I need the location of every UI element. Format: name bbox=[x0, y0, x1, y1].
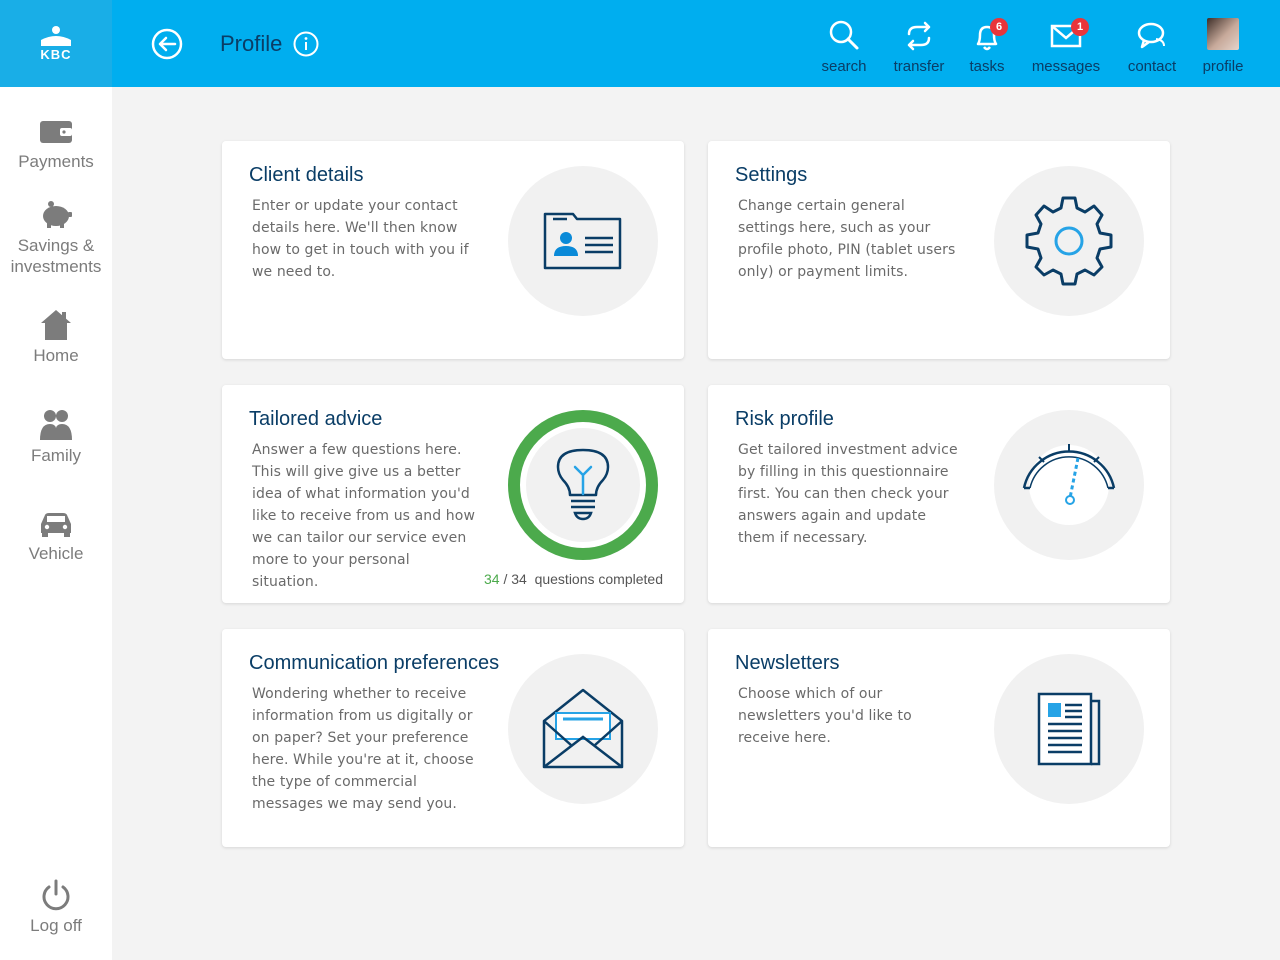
search-icon bbox=[829, 20, 859, 50]
card-description: Wondering whether to receive information… bbox=[252, 686, 474, 812]
car-icon bbox=[41, 513, 71, 537]
sidebar-item-label: Payments bbox=[18, 152, 94, 171]
nav-label: search bbox=[821, 58, 867, 75]
card-settings[interactable]: Settings Change certain general settings… bbox=[708, 141, 1170, 359]
progress-total: 34 bbox=[511, 571, 527, 587]
card-icon-circle bbox=[508, 166, 658, 316]
chat-icon bbox=[1137, 22, 1165, 49]
card-communication-preferences[interactable]: Communication preferences Wondering whet… bbox=[222, 629, 684, 847]
power-icon bbox=[42, 879, 70, 911]
card-icon-circle bbox=[994, 654, 1144, 804]
card-newsletters[interactable]: Newsletters Choose which of our newslett… bbox=[708, 629, 1170, 847]
piggy-bank-icon bbox=[43, 201, 72, 228]
card-icon-circle bbox=[508, 654, 658, 804]
gear-icon bbox=[1025, 196, 1113, 286]
sidebar-item-label: Vehicle bbox=[28, 544, 84, 563]
nav-contact[interactable]: contact bbox=[1117, 0, 1187, 87]
progress-separator: / bbox=[503, 571, 508, 587]
sidebar: Payments Savings & investments Home Fami… bbox=[0, 87, 112, 960]
nav-messages[interactable]: 1 messages bbox=[1015, 0, 1117, 87]
sidebar-item-label: Family bbox=[30, 446, 82, 465]
messages-badge: 1 bbox=[1071, 18, 1089, 36]
logoff-label: Log off bbox=[30, 916, 82, 935]
card-title: Communication preferences bbox=[249, 652, 500, 674]
sidebar-item-family[interactable]: Family bbox=[0, 409, 112, 466]
card-description: Change certain general settings here, su… bbox=[738, 198, 956, 280]
gauge-icon bbox=[1022, 444, 1116, 525]
nav-label: messages bbox=[1031, 58, 1101, 75]
card-title: Settings bbox=[735, 164, 808, 186]
card-icon-circle bbox=[994, 166, 1144, 316]
kbc-logo[interactable]: KBC bbox=[0, 0, 112, 87]
card-title: Risk profile bbox=[735, 408, 834, 430]
info-icon[interactable] bbox=[293, 31, 319, 57]
card-client-details[interactable]: Client details Enter or update your cont… bbox=[222, 141, 684, 359]
nav-search[interactable]: search bbox=[809, 0, 879, 87]
nav-profile[interactable]: profile bbox=[1187, 0, 1259, 87]
lightbulb-icon bbox=[556, 448, 610, 521]
progress-ring bbox=[508, 410, 658, 560]
card-description: Enter or update your contact details her… bbox=[252, 198, 469, 280]
sidebar-item-home[interactable]: Home bbox=[0, 309, 112, 366]
open-envelope-icon bbox=[542, 688, 624, 769]
avatar bbox=[1207, 18, 1239, 50]
house-icon bbox=[41, 310, 71, 340]
logoff-button[interactable]: Log off bbox=[0, 879, 112, 936]
card-tailored-advice[interactable]: Tailored advice Answer a few questions h… bbox=[222, 385, 684, 603]
sidebar-item-savings[interactable]: Savings & investments bbox=[0, 199, 112, 277]
progress-label: questions completed bbox=[534, 571, 663, 587]
kbc-logo-icon bbox=[41, 26, 71, 46]
transfer-icon bbox=[907, 21, 931, 51]
page-title: Profile bbox=[220, 31, 283, 56]
card-title: Client details bbox=[249, 164, 364, 186]
sidebar-item-payments[interactable]: Payments bbox=[0, 115, 112, 172]
card-risk-profile[interactable]: Risk profile Get tailored investment adv… bbox=[708, 385, 1170, 603]
nav-tasks[interactable]: 6 tasks bbox=[959, 0, 1015, 87]
progress-done: 34 bbox=[483, 571, 500, 587]
family-icon bbox=[40, 410, 72, 440]
nav-label: profile bbox=[1202, 58, 1244, 75]
progress-text: 34 / 34 questions completed bbox=[484, 571, 663, 587]
top-nav: search transfer 6 tasks 1 messages conta… bbox=[809, 0, 1280, 87]
tasks-badge: 6 bbox=[990, 18, 1008, 36]
sidebar-item-vehicle[interactable]: Vehicle bbox=[0, 507, 112, 564]
back-arrow-icon[interactable] bbox=[150, 27, 184, 61]
sidebar-item-label: Savings & investments bbox=[10, 236, 102, 276]
newspaper-icon bbox=[1037, 692, 1101, 766]
nav-label: transfer bbox=[893, 58, 945, 75]
nav-label: tasks bbox=[969, 58, 1005, 75]
card-title: Tailored advice bbox=[249, 408, 383, 430]
card-description: Choose which of our newsletters you'd li… bbox=[738, 686, 912, 746]
top-header: Profile search transfer 6 tasks 1 messag… bbox=[112, 0, 1280, 87]
card-title: Newsletters bbox=[735, 652, 840, 674]
nav-label: contact bbox=[1127, 58, 1177, 75]
wallet-icon bbox=[40, 121, 72, 143]
card-icon-circle bbox=[994, 410, 1144, 560]
nav-transfer[interactable]: transfer bbox=[879, 0, 959, 87]
id-card-icon bbox=[543, 212, 622, 270]
card-description: Get tailored investment advice by fillin… bbox=[738, 442, 958, 546]
sidebar-item-label: Home bbox=[33, 346, 79, 365]
card-description: Answer a few questions here. This will g… bbox=[252, 442, 475, 590]
